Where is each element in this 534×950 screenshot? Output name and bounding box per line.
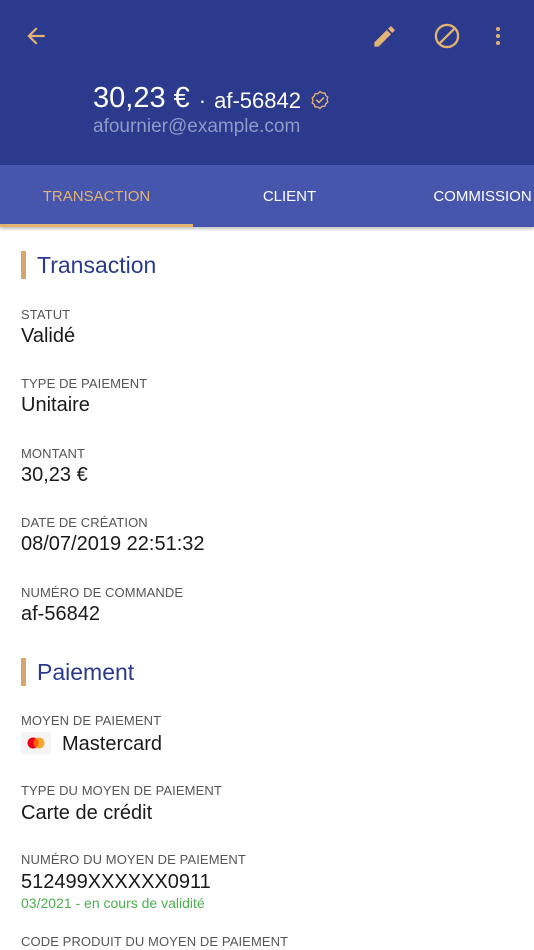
tab-transaction[interactable]: TRANSACTION [0,165,193,227]
payment-type-label: TYPE DE PAIEMENT [21,376,148,391]
status-label: STATUT [21,307,71,322]
status-value: Validé [21,325,76,347]
payment-method-type-value: Carte de crédit [21,802,153,824]
arrow-back-icon [27,27,45,45]
app-header: 30,23 € · af-56842 afournier@example.com [0,0,534,165]
edit-button[interactable] [362,14,406,58]
tab-client[interactable]: CLIENT [193,165,386,227]
section-label-payment: Paiement [37,658,135,685]
active-tab-indicator [0,224,193,227]
section-accent-bar [21,658,26,686]
payment-type-value: Unitaire [21,394,90,416]
order-number-label: NUMÉRO DE COMMANDE [21,585,184,600]
order-number-value: af-56842 [21,603,100,625]
header-title: 30,23 € · af-56842 [93,82,330,115]
amount-label: MONTANT [21,446,86,461]
more-options-button[interactable] [476,14,520,58]
product-code-label: CODE PRODUIT DU MOYEN DE PAIEMENT [21,934,289,949]
payment-method-number-value: 512499XXXXXX0911 [21,871,211,893]
more-vert-icon [496,27,500,45]
back-button[interactable] [14,14,58,58]
pencil-icon [373,25,395,47]
section-title-payment: Paiement [21,658,134,686]
payment-method-type-label: TYPE DU MOYEN DE PAIEMENT [21,783,222,798]
block-icon [434,23,460,49]
header-order-id: af-56842 [214,87,301,113]
section-accent-bar [21,251,26,279]
amount-value: 30,23 € [21,464,88,486]
header-separator: · [198,87,207,113]
section-label-transaction: Transaction [37,251,157,278]
payment-method-label: MOYEN DE PAIEMENT [21,713,162,728]
tab-bar: TRANSACTION CLIENT COMMISSION [0,165,534,227]
created-at-label: DATE DE CRÉATION [21,515,148,530]
mastercard-logo-icon [21,732,51,754]
payment-method-value: Mastercard [62,733,163,755]
card-validity-status: 03/2021 - en cours de validité [21,895,205,911]
cancel-transaction-button[interactable] [425,14,469,58]
header-amount: 30,23 € [93,82,190,114]
section-title-transaction: Transaction [21,251,156,279]
header-email: afournier@example.com [93,116,301,137]
tab-commission[interactable]: COMMISSION [386,165,534,227]
created-at-value: 08/07/2019 22:51:32 [21,533,205,555]
verified-badge-icon [310,90,330,110]
payment-method-number-label: NUMÉRO DU MOYEN DE PAIEMENT [21,852,246,867]
